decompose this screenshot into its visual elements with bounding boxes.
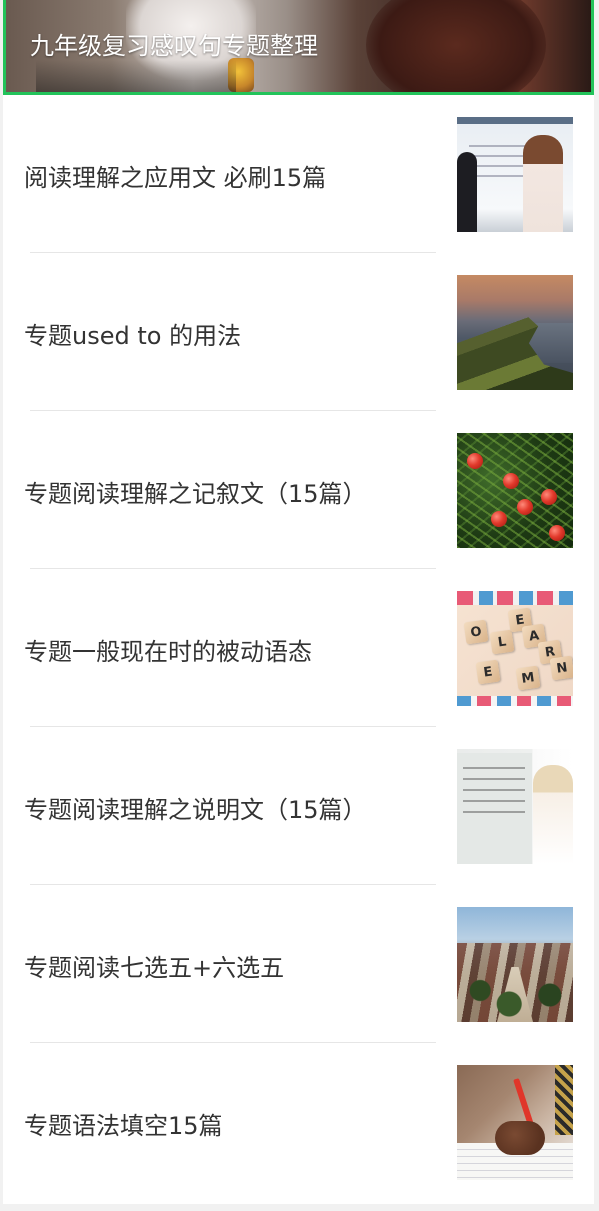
list-item[interactable]: 专题语法填空15篇 xyxy=(3,1043,594,1201)
article-title: 专题阅读理解之记叙文（15篇） xyxy=(24,479,367,508)
list-item[interactable]: 专题阅读理解之记叙文（15篇） xyxy=(3,411,594,569)
article-title: 专题语法填空15篇 xyxy=(24,1111,223,1140)
article-title: 专题阅读七选五+六选五 xyxy=(24,953,285,982)
article-thumbnail xyxy=(457,749,573,864)
banner-photo-hair xyxy=(366,0,546,92)
featured-banner[interactable]: 九年级复习感叹句专题整理 xyxy=(3,0,594,95)
article-thumbnail: O L E A R N E M xyxy=(457,591,573,706)
banner-title: 九年级复习感叹句专题整理 xyxy=(30,32,318,60)
list-item[interactable]: 专题阅读七选五+六选五 xyxy=(3,885,594,1043)
article-thumbnail xyxy=(457,275,573,390)
article-thumbnail xyxy=(457,1065,573,1180)
banner-photo-shade xyxy=(36,60,236,92)
article-thumbnail xyxy=(457,433,573,548)
list-item[interactable]: 专题used to 的用法 xyxy=(3,253,594,411)
article-list: 阅读理解之应用文 必刷15篇 专题used to 的用法 专题阅读理解之记叙文（… xyxy=(3,95,594,1201)
list-item[interactable]: 专题阅读理解之说明文（15篇） xyxy=(3,727,594,885)
list-item[interactable]: 阅读理解之应用文 必刷15篇 xyxy=(3,95,594,253)
article-title: 专题used to 的用法 xyxy=(24,321,242,350)
article-thumbnail xyxy=(457,907,573,1022)
article-title: 专题一般现在时的被动语态 xyxy=(24,637,312,666)
article-title: 专题阅读理解之说明文（15篇） xyxy=(24,795,367,824)
article-thumbnail xyxy=(457,117,573,232)
page: 九年级复习感叹句专题整理 阅读理解之应用文 必刷15篇 专题used to 的用… xyxy=(3,0,594,1204)
list-item[interactable]: 专题一般现在时的被动语态 O L E A R N E M xyxy=(3,569,594,727)
article-title: 阅读理解之应用文 必刷15篇 xyxy=(24,163,327,192)
